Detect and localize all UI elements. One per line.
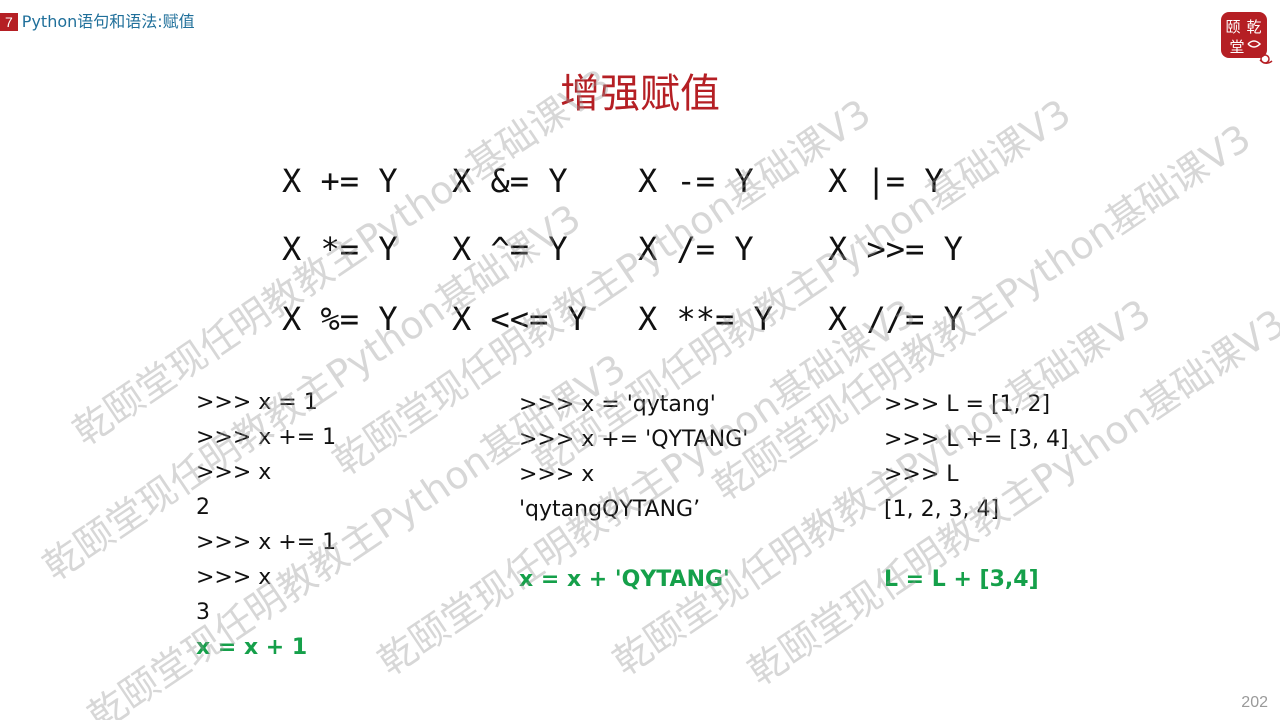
code-line: [1, 2, 3, 4] xyxy=(884,497,1000,522)
operator-row: X += Y X &= Y X -= Y X |= Y xyxy=(282,158,1002,208)
logo-seal-icon: 颐 乾 堂 xyxy=(1221,12,1273,64)
equivalent-expression: L = L + [3,4] xyxy=(884,567,1039,592)
section-title: Python语句和语法:赋值 xyxy=(21,12,195,31)
code-line: >>> x = 'qytang' xyxy=(519,392,716,417)
chapter-number-badge: 7 xyxy=(0,13,18,31)
code-line: >>> L = [1, 2] xyxy=(884,392,1051,417)
code-line: 2 xyxy=(196,495,210,520)
operator-row: X %= Y X <<= Y X **= Y X //= Y xyxy=(282,296,1002,346)
operator-item: X <<= Y xyxy=(452,300,587,338)
operator-item: X *= Y xyxy=(282,230,398,268)
operator-item: X /= Y xyxy=(638,230,754,268)
operator-item: X |= Y xyxy=(828,162,944,200)
equivalent-expression: x = x + 'QYTANG' xyxy=(519,567,730,592)
code-line: >>> x += 'QYTANG' xyxy=(519,427,749,452)
operator-item: X **= Y xyxy=(638,300,773,338)
code-line: >>> x xyxy=(519,462,595,487)
header-breadcrumb: 7 Python语句和语法:赋值 xyxy=(0,11,195,33)
code-line: >>> x xyxy=(196,565,272,590)
code-line: >>> x = 1 xyxy=(196,390,318,415)
operator-item: X &= Y xyxy=(452,162,568,200)
slide: 7 Python语句和语法:赋值 颐 乾 堂 增强赋值 X += Y X &= … xyxy=(0,0,1280,720)
code-line: >>> x xyxy=(196,460,272,485)
code-line: >>> L += [3, 4] xyxy=(884,427,1069,452)
svg-text:乾: 乾 xyxy=(1246,18,1261,36)
code-line: >>> x += 1 xyxy=(196,425,337,450)
page-title: 增强赋值 xyxy=(560,71,720,117)
operator-grid: X += Y X &= Y X -= Y X |= Y X *= Y X ^= … xyxy=(282,158,1002,348)
code-line: >>> L xyxy=(884,462,959,487)
operator-item: X ^= Y xyxy=(452,230,568,268)
example-list: >>> L = [1, 2] >>> L += [3, 4] >>> L [1,… xyxy=(884,388,1069,597)
operator-item: X -= Y xyxy=(638,162,754,200)
page-number: 202 xyxy=(1241,694,1268,711)
svg-text:颐: 颐 xyxy=(1225,18,1240,36)
code-line: 3 xyxy=(196,600,210,625)
code-line: 'qytangQYTANG’ xyxy=(519,497,701,522)
code-line: >>> x += 1 xyxy=(196,530,337,555)
operator-item: X %= Y xyxy=(282,300,398,338)
operator-item: X += Y xyxy=(282,162,398,200)
example-integer: >>> x = 1 >>> x += 1 >>> x 2 >>> x += 1 … xyxy=(196,386,336,665)
svg-text:堂: 堂 xyxy=(1229,38,1244,56)
equivalent-expression: x = x + 1 xyxy=(196,635,308,660)
operator-item: X //= Y xyxy=(828,300,963,338)
example-string: >>> x = 'qytang' >>> x += 'QYTANG' >>> x… xyxy=(519,388,748,597)
operator-row: X *= Y X ^= Y X /= Y X >>= Y xyxy=(282,226,1002,276)
operator-item: X >>= Y xyxy=(828,230,963,268)
